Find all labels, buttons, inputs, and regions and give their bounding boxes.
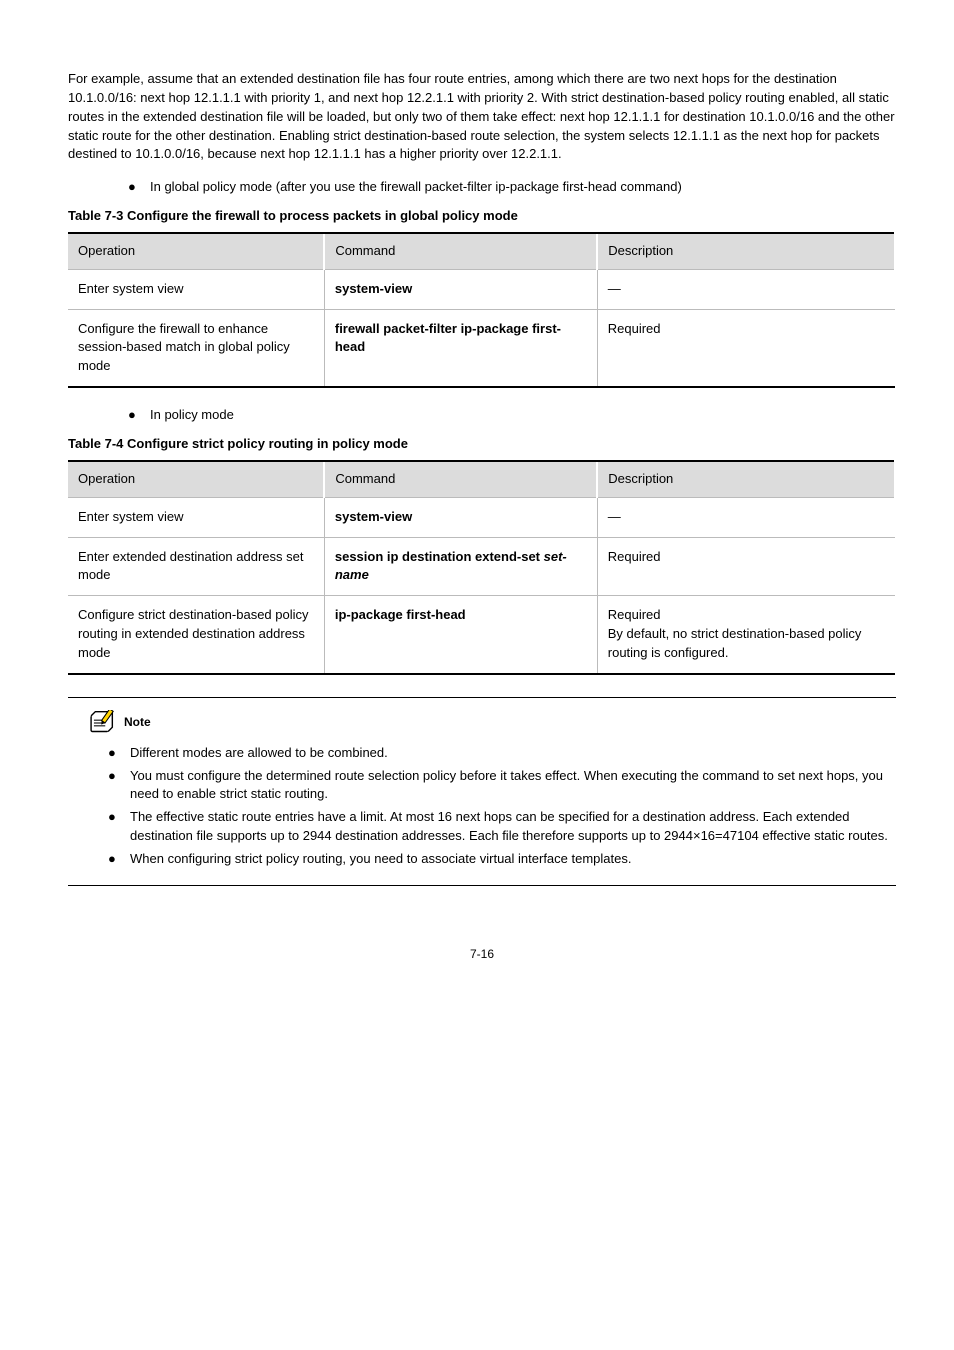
note-item-text: You must configure the determined route … [130, 767, 896, 805]
cell-command: system-view [324, 497, 597, 537]
cell-operation: Enter system view [68, 497, 324, 537]
table-row: Configure the firewall to enhance sessio… [68, 309, 895, 387]
bullet-icon: ● [128, 406, 150, 425]
col-description: Description [597, 461, 895, 497]
list-item-text: In policy mode [150, 406, 896, 425]
note-header: Note [84, 710, 896, 736]
note-item-text: When configuring strict policy routing, … [130, 850, 896, 869]
cell-operation: Configure the firewall to enhance sessio… [68, 309, 324, 387]
note-item-text: The effective static route entries have … [130, 808, 896, 846]
bullet-icon: ● [108, 744, 130, 763]
table-row: Enter system view system-view — [68, 497, 895, 537]
page-number: 7-16 [68, 946, 896, 963]
note-label: Note [124, 714, 151, 731]
cell-description: Required By default, no strict destinati… [597, 596, 895, 674]
context-list: ● In policy mode [68, 406, 896, 425]
cell-description: — [597, 269, 895, 309]
cmd-text: ip-package first-head [335, 607, 466, 622]
col-command: Command [324, 233, 597, 269]
cell-description: — [597, 497, 895, 537]
list-item: ● In policy mode [128, 406, 896, 425]
cell-operation: Configure strict destination-based polic… [68, 596, 324, 674]
cell-operation: Enter system view [68, 269, 324, 309]
cell-operation: Enter extended destination address set m… [68, 537, 324, 596]
table-7-3: Operation Command Description Enter syst… [68, 232, 896, 388]
table-caption: Table 7-3 Configure the firewall to proc… [68, 207, 896, 226]
cell-command: ip-package first-head [324, 596, 597, 674]
table-row: Enter extended destination address set m… [68, 537, 895, 596]
cell-command: system-view [324, 269, 597, 309]
note-callout: Note ● Different modes are allowed to be… [68, 697, 896, 886]
cmd-text: system-view [335, 281, 412, 296]
table-7-4: Operation Command Description Enter syst… [68, 460, 896, 675]
bullet-icon: ● [108, 850, 130, 869]
cell-description: Required [597, 309, 895, 387]
table-caption: Table 7-4 Configure strict policy routin… [68, 435, 896, 454]
list-item: ● In global policy mode (after you use t… [128, 178, 896, 197]
list-item-text: In global policy mode (after you use the… [150, 178, 896, 197]
note-icon [84, 710, 118, 736]
list-item: ● The effective static route entries hav… [108, 808, 896, 846]
context-list: ● In global policy mode (after you use t… [68, 178, 896, 197]
col-operation: Operation [68, 461, 324, 497]
cell-description: Required [597, 537, 895, 596]
col-operation: Operation [68, 233, 324, 269]
bullet-icon: ● [108, 767, 130, 805]
cmd-text: session ip destination extend-set [335, 549, 544, 564]
list-item: ● You must configure the determined rout… [108, 767, 896, 805]
bullet-icon: ● [128, 178, 150, 197]
cell-command: session ip destination extend-set set-na… [324, 537, 597, 596]
col-description: Description [597, 233, 895, 269]
table-header-row: Operation Command Description [68, 461, 895, 497]
intro-paragraph: For example, assume that an extended des… [68, 70, 896, 164]
bullet-icon: ● [108, 808, 130, 846]
note-list: ● Different modes are allowed to be comb… [68, 744, 896, 869]
list-item: ● Different modes are allowed to be comb… [108, 744, 896, 763]
cell-command: firewall packet-filter ip-package first-… [324, 309, 597, 387]
cmd-text: system-view [335, 509, 412, 524]
list-item: ● When configuring strict policy routing… [108, 850, 896, 869]
table-row: Configure strict destination-based polic… [68, 596, 895, 674]
cmd-text: firewall packet-filter ip-package first-… [335, 321, 561, 355]
table-row: Enter system view system-view — [68, 269, 895, 309]
note-item-text: Different modes are allowed to be combin… [130, 744, 896, 763]
table-header-row: Operation Command Description [68, 233, 895, 269]
col-command: Command [324, 461, 597, 497]
